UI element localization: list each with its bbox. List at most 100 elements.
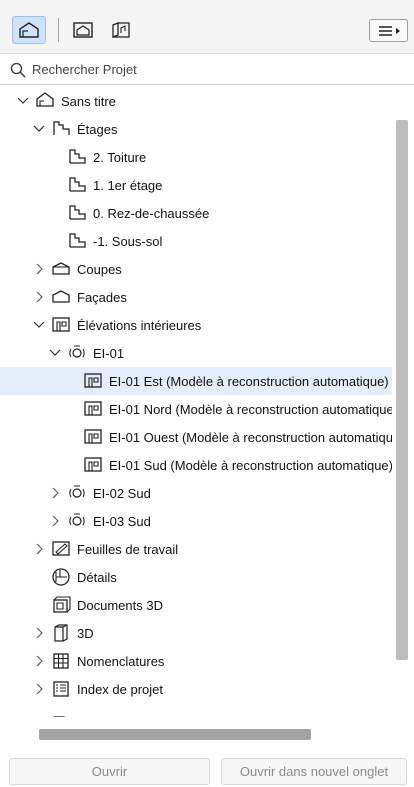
tree-item-label: -1. Sous-sol: [93, 233, 163, 249]
chevron-down-icon[interactable]: [16, 94, 30, 108]
tree-item-label: EI-03 Sud: [93, 513, 151, 529]
view-map-button[interactable]: [66, 16, 100, 44]
tree-item[interactable]: Coupes: [0, 255, 392, 283]
options-menu-button[interactable]: [369, 19, 408, 42]
tree-item-label: EI-01 Ouest (Modèle à reconstruction aut…: [109, 429, 392, 445]
tree-item-label: Détails: [77, 569, 117, 585]
chevron-right-icon[interactable]: [32, 290, 46, 304]
toolbar-divider: [58, 18, 59, 42]
tree-item[interactable]: Étages: [0, 115, 392, 143]
schedule-icon: [50, 651, 72, 671]
tree-item-label: 0. Rez-de-chaussée: [93, 205, 210, 221]
elevation-icon: [50, 287, 72, 307]
ie-marker-icon: [66, 343, 88, 363]
interior-elevation-icon: [82, 371, 104, 391]
chevron-down-icon[interactable]: [32, 318, 46, 332]
chevron-right-icon[interactable]: [32, 542, 46, 556]
chevron-right-icon[interactable]: [32, 682, 46, 696]
chevron-down-icon[interactable]: [48, 346, 62, 360]
tree-item[interactable]: 1. 1er étage: [0, 171, 392, 199]
tree-item-label: EI-01 Sud (Modèle à reconstruction autom…: [109, 457, 392, 473]
tree-item[interactable]: Sans titre: [0, 87, 392, 115]
project-map-icon: [19, 22, 39, 38]
interior-elevation-icon: [82, 455, 104, 475]
open-new-tab-button[interactable]: Ouvrir dans nouvel onglet: [221, 758, 407, 785]
tree-item-label: EI-01: [93, 345, 125, 361]
hamburger-menu-icon: [378, 25, 400, 36]
view-map-icon: [73, 22, 93, 38]
search-bar: [0, 55, 414, 85]
tree-item[interactable]: 0. Rez-de-chaussée: [0, 199, 392, 227]
tree-item-label: Façades: [77, 289, 127, 305]
tree-item[interactable]: EI-01 Ouest (Modèle à reconstruction aut…: [0, 423, 392, 451]
tree-item-label: EI-01 Est (Modèle à reconstruction autom…: [109, 373, 389, 389]
partial-item-icon: [50, 707, 72, 717]
story-icon: [66, 175, 88, 195]
section-icon: [50, 259, 72, 279]
ie-marker-icon: [66, 483, 88, 503]
tree-item[interactable]: EI-01 Sud (Modèle à reconstruction autom…: [0, 451, 392, 479]
tree-item[interactable]: 3D: [0, 619, 392, 647]
tree-item[interactable]: Nomenclatures: [0, 647, 392, 675]
chevron-right-icon[interactable]: [48, 486, 62, 500]
search-input[interactable]: [32, 62, 392, 77]
navigator-toolbar: [0, 0, 414, 54]
worksheet-icon: [50, 539, 72, 559]
chevron-right-icon[interactable]: [32, 626, 46, 640]
document-3d-icon: [50, 595, 72, 615]
story-icon: [66, 203, 88, 223]
interior-elevation-icon: [50, 315, 72, 335]
tree-item[interactable]: Élévations intérieures: [0, 311, 392, 339]
search-icon: [10, 62, 26, 77]
horizontal-scrollbar[interactable]: [39, 729, 311, 740]
layout-book-icon: [112, 22, 130, 38]
tree-item[interactable]: -1. Sous-sol: [0, 227, 392, 255]
tree-item-label: Coupes: [77, 261, 122, 277]
tree-item[interactable]: Détails: [0, 563, 392, 591]
tree-item[interactable]: EI-02 Sud: [0, 479, 392, 507]
open-button[interactable]: Ouvrir: [9, 758, 210, 785]
chevron-right-icon[interactable]: [32, 654, 46, 668]
tree-item-label: EI-01 Nord (Modèle à reconstruction auto…: [109, 401, 392, 417]
tree-item-label: Sans titre: [61, 93, 116, 109]
chevron-down-icon[interactable]: [32, 122, 46, 136]
layout-book-button[interactable]: [104, 16, 138, 44]
tree-item-label: Documents 3D: [77, 597, 163, 613]
project-map-button[interactable]: [12, 16, 46, 44]
tree-item[interactable]: EI-01 Est (Modèle à reconstruction autom…: [0, 367, 392, 395]
project-tree: Sans titre Étages 2. Toiture 1. 1er étage 0.…: [0, 87, 392, 717]
vertical-scrollbar[interactable]: [396, 120, 408, 660]
project-index-icon: [50, 679, 72, 699]
stories-icon: [50, 119, 72, 139]
tree-item-label: Élévations intérieures: [77, 317, 202, 333]
chevron-right-icon[interactable]: [32, 262, 46, 276]
detail-icon: [50, 567, 72, 587]
tree-item[interactable]: [0, 703, 392, 717]
tree-item[interactable]: Feuilles de travail: [0, 535, 392, 563]
chevron-right-icon[interactable]: [48, 514, 62, 528]
tree-item[interactable]: Index de projet: [0, 675, 392, 703]
tree-item[interactable]: Documents 3D: [0, 591, 392, 619]
tree-item[interactable]: 2. Toiture: [0, 143, 392, 171]
interior-elevation-icon: [82, 427, 104, 447]
tree-item-label: Feuilles de travail: [77, 541, 179, 557]
tree-item[interactable]: EI-03 Sud: [0, 507, 392, 535]
tree-item[interactable]: EI-01: [0, 339, 392, 367]
ie-marker-icon: [66, 511, 88, 531]
tree-item-label: 2. Toiture: [93, 149, 147, 165]
tree-item-label: 3D: [77, 625, 94, 641]
tree-item-label: 1. 1er étage: [93, 177, 163, 193]
tree-item[interactable]: EI-01 Nord (Modèle à reconstruction auto…: [0, 395, 392, 423]
interior-elevation-icon: [82, 399, 104, 419]
tree-item[interactable]: Façades: [0, 283, 392, 311]
